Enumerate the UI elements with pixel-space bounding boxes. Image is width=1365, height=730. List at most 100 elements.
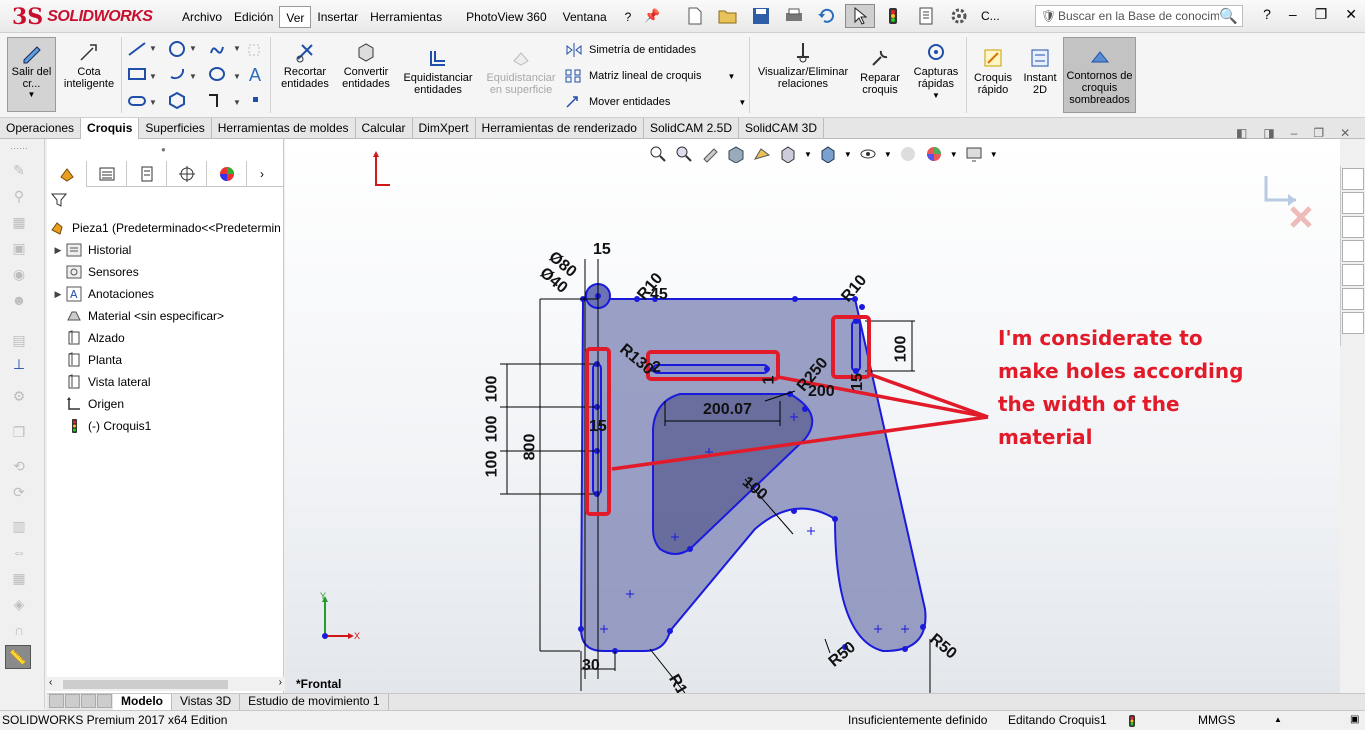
viewport-close-icon[interactable]: ✕ <box>1340 126 1350 140</box>
rotate-icon[interactable]: ⟳ <box>8 483 30 501</box>
convert-entities-button[interactable]: Convertir entidades <box>336 41 396 90</box>
tree-item-8[interactable]: (-) Croquis1 <box>47 415 284 437</box>
dropdown-arrow-icon[interactable]: ▼ <box>884 150 892 159</box>
menu-item-4[interactable]: Herramientas <box>364 6 448 28</box>
dimxpert-tab-icon[interactable] <box>167 161 207 187</box>
dynamic-annotation-icon[interactable] <box>752 145 772 163</box>
clip-icon[interactable]: ⚲ <box>8 187 30 205</box>
stretch-icon[interactable]: ⇔ <box>8 543 30 561</box>
dim-45[interactable]: 45 <box>650 286 668 304</box>
dropdown-arrow-icon[interactable]: ▼ <box>990 150 998 159</box>
dim-100-b[interactable]: 100 <box>483 416 501 443</box>
layers-icon[interactable]: ▥ <box>8 517 30 535</box>
help-icon[interactable]: ? <box>1263 6 1271 23</box>
expand-arrow-icon[interactable]: ▶ <box>51 289 65 300</box>
tab-7[interactable]: SolidCAM 2.5D <box>644 118 739 139</box>
dim-15-small[interactable]: 15 <box>849 373 867 391</box>
cancel-sketch-corner-icon[interactable] <box>1288 204 1314 230</box>
custom-properties-icon[interactable] <box>1342 288 1364 310</box>
appearances-icon[interactable] <box>1342 264 1364 286</box>
tree-item-1[interactable]: Sensores <box>47 261 284 283</box>
rapid-sketch-button[interactable]: Croquis rápido <box>970 47 1016 96</box>
tree-item-7[interactable]: Origen <box>47 393 284 415</box>
print-icon[interactable] <box>779 4 809 28</box>
quick-snaps-button[interactable]: Capturas rápidas ▼ <box>908 41 964 102</box>
display-manager-tab-icon[interactable] <box>207 161 247 187</box>
bottom-tab-1[interactable]: Vistas 3D <box>172 694 241 710</box>
tree-item-3[interactable]: Material <sin especificar> <box>47 305 284 327</box>
tree-item-4[interactable]: Alzado <box>47 327 284 349</box>
feature-manager-tab-icon[interactable] <box>47 161 87 187</box>
select-cursor-icon[interactable] <box>845 4 875 28</box>
vertical-slot-right[interactable] <box>851 320 861 372</box>
horizontal-slot-top[interactable] <box>652 364 769 374</box>
search-icon[interactable]: 🔍 <box>1219 7 1242 25</box>
options-gear-icon[interactable] <box>944 4 974 28</box>
design-library-icon[interactable] <box>1342 216 1364 238</box>
property-manager-tab-icon[interactable] <box>87 161 127 187</box>
move-entities-button[interactable]: Mover entidades ▼ <box>565 95 746 109</box>
eye-icon[interactable]: ◉ <box>8 265 30 283</box>
tab-2[interactable]: Superficies <box>139 118 212 139</box>
tab-0[interactable]: Operaciones <box>0 118 82 139</box>
dim-100-a[interactable]: 100 <box>483 376 501 403</box>
dim-15-mid[interactable]: 15 <box>589 418 607 436</box>
units-dropdown-icon[interactable]: ▲ <box>1274 715 1282 724</box>
restore-icon[interactable]: ❐ <box>1315 6 1328 23</box>
menu-item-3[interactable]: Insertar <box>311 6 364 28</box>
display-delete-relations-button[interactable]: Visualizar/Eliminar relaciones <box>754 41 852 90</box>
dropdown-arrow-icon[interactable]: ▼ <box>908 90 964 102</box>
chevron-right-icon[interactable]: › <box>247 161 277 186</box>
panel-grip-icon[interactable]: ● <box>161 145 166 154</box>
dropdown-arrow-icon[interactable]: ▼ <box>844 150 852 159</box>
dim-1[interactable]: 1 <box>760 376 778 385</box>
dim-200-07[interactable]: 200.07 <box>703 401 752 419</box>
bottom-tab-0[interactable]: Modelo <box>113 694 172 710</box>
forum-icon[interactable] <box>1342 312 1364 334</box>
viewport-next-icon[interactable]: ◨ <box>1263 126 1274 140</box>
tab-8[interactable]: SolidCAM 3D <box>739 118 825 139</box>
viewport-restore-icon[interactable]: ❐ <box>1313 126 1324 140</box>
configuration-manager-tab-icon[interactable] <box>127 161 167 187</box>
repair-sketch-button[interactable]: Reparar croquis <box>856 47 904 96</box>
block-icon[interactable]: ▤ <box>8 331 30 349</box>
tree-root-part[interactable]: Pieza1 (Predeterminado<<Predetermin <box>49 217 284 239</box>
tab-1[interactable]: Croquis <box>81 118 140 139</box>
home-icon[interactable] <box>1342 168 1364 190</box>
apply-scene-icon[interactable] <box>924 145 944 163</box>
copy-icon[interactable]: ❐ <box>8 423 30 441</box>
dim-15-top[interactable]: 15 <box>593 241 611 259</box>
gear-icon[interactable]: ⚙ <box>8 387 30 405</box>
dim-2[interactable]: 2 <box>652 359 661 377</box>
panel-horizontal-scrollbar[interactable]: ‹ › <box>47 677 284 691</box>
tree-item-0[interactable]: ▶ Historial <box>47 239 284 261</box>
solidworks-logo[interactable]: 3S SOLIDWORKS <box>12 4 153 30</box>
sketch-entity-tools[interactable]: ▼ ▼ ▼ ▼ ▼ ▼ ▼ ▼ A <box>125 37 265 113</box>
scroll-thumb[interactable] <box>63 680 228 689</box>
menu-item-2[interactable]: Ver <box>279 6 312 28</box>
menu-item-5[interactable]: PhotoView 360 <box>460 6 553 28</box>
knowledge-base-search[interactable]: 🛡 Buscar en la Base de conocim 🔍 <box>1035 5 1243 27</box>
dim-100-c[interactable]: 100 <box>483 451 501 478</box>
linear-pattern-button[interactable]: Matriz lineal de croquis ▼ <box>565 69 735 83</box>
viewport-minimize-icon[interactable]: – <box>1291 126 1298 140</box>
expand-arrow-icon[interactable]: ▶ <box>51 245 65 256</box>
mirror-entities-button[interactable]: Simetría de entidades <box>565 43 696 57</box>
scroll-left-icon[interactable]: ‹ <box>49 677 52 688</box>
resources-icon[interactable] <box>1342 192 1364 214</box>
save-icon[interactable] <box>746 4 776 28</box>
offset-entities-button[interactable]: Equidistanciar entidades <box>398 47 478 96</box>
view-settings-icon[interactable] <box>964 145 984 163</box>
search-input[interactable]: Buscar en la Base de conocim <box>1036 9 1219 23</box>
menu-item-6[interactable]: Ventana <box>557 6 613 28</box>
dropdown-arrow-icon[interactable]: ▼ <box>950 150 958 159</box>
file-properties-icon[interactable] <box>911 4 941 28</box>
tab-nav-arrows[interactable] <box>47 694 113 710</box>
pin-icon[interactable]: 📌 <box>644 8 660 24</box>
trim-entities-button[interactable]: Recortar entidades <box>276 41 334 90</box>
file-explorer-icon[interactable] <box>1342 240 1364 262</box>
tree-item-5[interactable]: Planta <box>47 349 284 371</box>
status-notice-icon[interactable]: ▣ <box>1350 714 1359 725</box>
sketch-picture-icon[interactable]: ▣ <box>8 239 30 257</box>
dropdown-arrow-icon[interactable]: ▼ <box>738 98 746 107</box>
